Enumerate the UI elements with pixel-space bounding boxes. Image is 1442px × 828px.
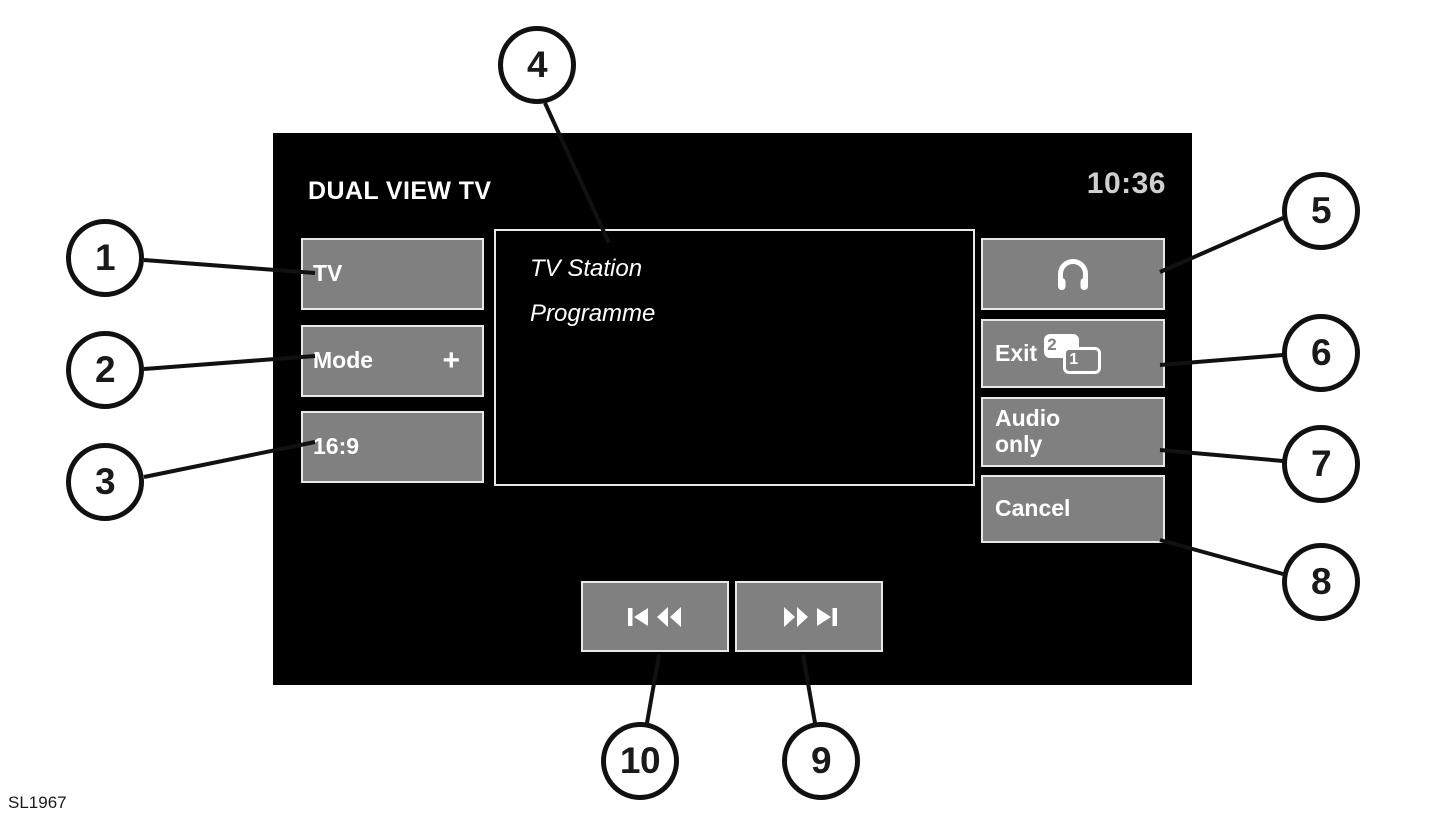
aspect-ratio-label: 16:9 [313, 433, 360, 460]
head-unit-screen: DUAL VIEW TV 10:36 TV Mode + 16:9 TV Sta… [273, 133, 1192, 685]
callout-marker-7: 7 [1282, 425, 1360, 503]
callout-marker-6: 6 [1282, 314, 1360, 392]
callout-marker-8: 8 [1282, 543, 1360, 621]
cancel-button[interactable]: Cancel [981, 475, 1165, 543]
tv-preview-pane[interactable]: TV Station Programme [494, 229, 975, 486]
tv-programme-label: Programme [530, 300, 656, 327]
tv-station-label: TV Station [530, 255, 643, 282]
headphone-icon [1055, 257, 1091, 291]
callout-marker-2: 2 [66, 331, 144, 409]
mode-button[interactable]: Mode + [301, 325, 484, 397]
tv-source-label: TV [313, 260, 343, 287]
figure-caption: SL1967 [8, 793, 67, 812]
callout-marker-10: 10 [601, 722, 679, 800]
tv-source-button[interactable]: TV [301, 238, 484, 310]
exit-label: Exit [995, 339, 1038, 366]
callout-marker-5: 5 [1282, 172, 1360, 250]
callout-marker-4: 4 [498, 26, 576, 104]
fastforward-next-button[interactable] [735, 581, 883, 652]
cancel-label: Cancel [995, 495, 1071, 522]
mode-label: Mode [313, 347, 374, 374]
aspect-ratio-button[interactable]: 16:9 [301, 411, 484, 483]
clock-display: 10:36 [1086, 167, 1166, 200]
callout-marker-1: 1 [66, 219, 144, 297]
previous-rewind-button[interactable] [581, 581, 729, 652]
previous-rewind-icon [627, 605, 684, 629]
audio-only-button[interactable]: Audio only [981, 397, 1165, 467]
plus-icon: + [442, 344, 460, 377]
audio-only-label: Audio only [995, 405, 1061, 457]
fastforward-next-icon [781, 605, 838, 629]
callout-marker-9: 9 [782, 722, 860, 800]
dual-screen-icon-screen-1: 1 [1063, 346, 1102, 374]
dual-screen-icon: 2 1 [1044, 333, 1102, 374]
callout-marker-3: 3 [66, 443, 144, 521]
exit-dual-view-button[interactable]: Exit 2 1 [981, 319, 1165, 388]
headphone-button[interactable] [981, 238, 1165, 310]
page-title: DUAL VIEW TV [308, 177, 492, 205]
